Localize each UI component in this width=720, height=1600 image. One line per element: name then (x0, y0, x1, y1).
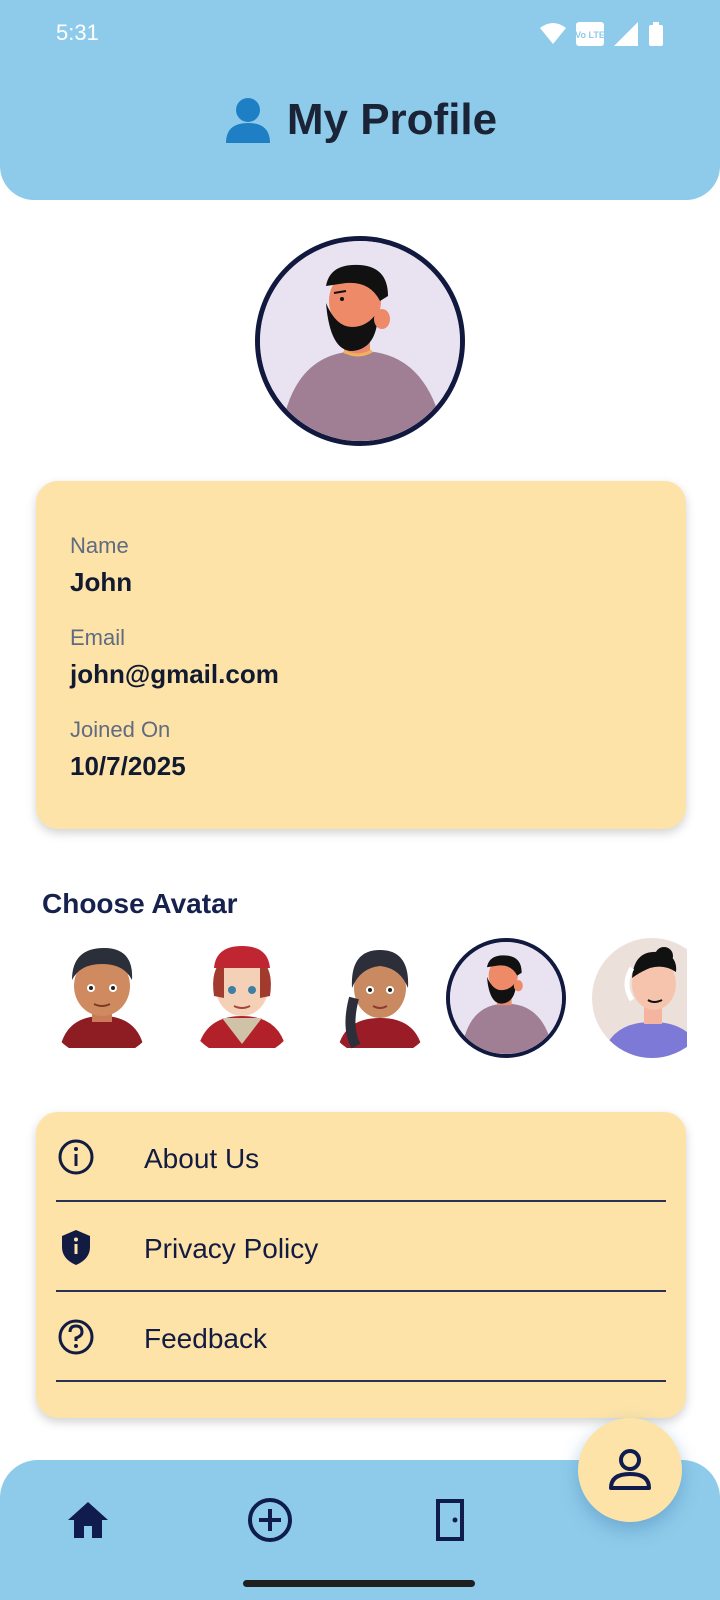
nav-add-button[interactable] (240, 1490, 300, 1550)
volte-icon: Vo LTE (576, 22, 604, 46)
joined-label: Joined On (70, 717, 171, 742)
person-icon (609, 1449, 651, 1490)
title-row: My Profile (0, 90, 720, 150)
avatar-option-bearded-man[interactable] (446, 938, 566, 1058)
menu-item-feedback[interactable]: Feedback (56, 1292, 666, 1382)
avatar-option-braided-girl[interactable] (320, 938, 440, 1058)
status-bar: 5:31 Vo LTE (0, 0, 720, 70)
red-hat-girl-avatar (198, 946, 286, 1048)
profile-avatar[interactable] (255, 236, 465, 446)
page-title: My Profile (286, 95, 498, 144)
info-icon (58, 1139, 94, 1175)
help-icon (58, 1319, 94, 1355)
nav-home-button[interactable] (58, 1490, 118, 1550)
choose-avatar-title: Choose Avatar (42, 888, 238, 919)
avatar-option-red-hat-girl[interactable] (182, 938, 302, 1058)
svg-text:Vo LTE: Vo LTE (576, 30, 604, 40)
header: 5:31 Vo LTE My Profile (0, 0, 720, 200)
signal-icon (614, 22, 638, 46)
nav-profile-button[interactable] (578, 1418, 682, 1522)
email-label: Email (70, 625, 126, 650)
door-icon (436, 1499, 464, 1541)
status-icons: Vo LTE (540, 22, 664, 46)
menu-item-privacy-policy[interactable]: Privacy Policy (56, 1202, 666, 1292)
avatar-option-boy[interactable] (42, 938, 162, 1058)
bearded-man-avatar (260, 241, 460, 441)
name-label: Name (70, 533, 129, 558)
add-circle-icon (248, 1498, 292, 1542)
nav-door-button[interactable] (420, 1490, 480, 1550)
shield-icon (62, 1230, 90, 1265)
email-value: john@gmail.com (70, 659, 279, 689)
avatar-strip[interactable] (42, 938, 687, 1062)
battery-icon (649, 22, 663, 46)
menu-label-about-us: About Us (144, 1143, 260, 1174)
avatar-option-headphones-woman[interactable] (592, 938, 687, 1058)
home-icon (68, 1502, 108, 1538)
braided-girl-avatar (338, 950, 422, 1049)
joined-value: 10/7/2025 (70, 751, 186, 781)
boy-avatar (60, 948, 144, 1048)
profile-info-card: Name John Email john@gmail.com Joined On… (36, 481, 686, 829)
name-value: John (70, 567, 133, 597)
headphones-woman-avatar (592, 938, 687, 1058)
status-time: 5:31 (56, 20, 99, 45)
home-indicator[interactable] (243, 1580, 475, 1587)
person-silhouette-icon (225, 98, 270, 143)
menu-card: About Us Privacy Policy Feedback (36, 1112, 686, 1418)
menu-label-feedback: Feedback (144, 1323, 267, 1354)
menu-label-privacy-policy: Privacy Policy (144, 1233, 319, 1264)
bearded-man-avatar (450, 942, 562, 1054)
menu-item-about-us[interactable]: About Us (56, 1112, 666, 1202)
wifi-icon (540, 23, 566, 44)
